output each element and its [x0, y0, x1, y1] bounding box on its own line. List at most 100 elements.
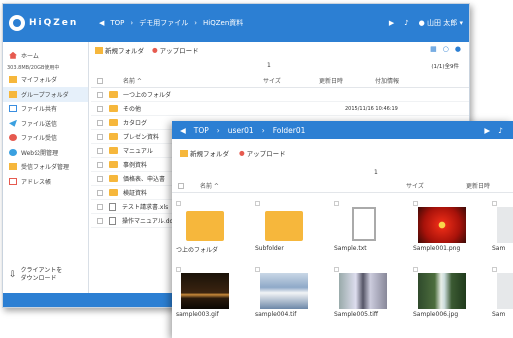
file-tile[interactable]: sample003.gif	[174, 265, 236, 331]
folder-icon	[186, 211, 224, 241]
tile-checkbox[interactable]	[255, 201, 260, 206]
file-tile[interactable]: Sample006.jpg	[411, 265, 473, 331]
folder-icon	[109, 119, 118, 126]
file-tile[interactable]: Sam	[490, 265, 513, 331]
select-all-checkbox[interactable]	[97, 77, 103, 84]
bell-icon[interactable]: ♪	[404, 19, 408, 27]
grid-view-icon[interactable]: ▦	[430, 45, 437, 53]
back-arrow-icon[interactable]: ◀	[99, 19, 104, 27]
tile-checkbox[interactable]	[176, 267, 181, 272]
folder-tile[interactable]: Subfolder	[253, 199, 315, 265]
file-tile[interactable]: Sam	[490, 199, 513, 265]
tile-checkbox[interactable]	[334, 201, 339, 206]
thumbnail-image	[418, 207, 466, 243]
tile-checkbox[interactable]	[255, 267, 260, 272]
sidebar-item-home[interactable]: ホーム	[3, 48, 88, 63]
info-icon[interactable]: ●	[455, 45, 461, 53]
file-tile[interactable]: Sample.txt	[332, 199, 394, 265]
home-icon	[9, 51, 17, 59]
column-size[interactable]: サイズ	[263, 76, 319, 85]
file-updated: 2015/11/16 10:46:19	[345, 105, 398, 112]
row-checkbox[interactable]	[97, 91, 103, 98]
sidebar-item-web-publish[interactable]: Web公開管理	[3, 145, 88, 160]
address-book-icon	[9, 177, 17, 185]
tile-checkbox[interactable]	[413, 267, 418, 272]
thumbnail-image	[181, 273, 229, 309]
back-arrow-icon[interactable]: ◀	[180, 126, 186, 135]
group-folder-icon	[9, 90, 17, 98]
row-checkbox[interactable]	[97, 189, 103, 196]
breadcrumb-item[interactable]: user01	[228, 126, 254, 135]
thumbnail-image	[497, 273, 513, 309]
row-checkbox[interactable]	[97, 217, 103, 224]
upload-button[interactable]: ● アップロード	[152, 45, 199, 55]
row-checkbox[interactable]	[97, 161, 103, 168]
send-icon	[9, 119, 17, 127]
user-icon: ●	[418, 19, 425, 27]
user-menu[interactable]: ● 山田 太郎 ▾	[419, 18, 463, 28]
tile-checkbox[interactable]	[176, 201, 181, 206]
row-checkbox[interactable]	[97, 147, 103, 154]
tile-checkbox[interactable]	[334, 267, 339, 272]
column-size[interactable]: サイズ	[406, 181, 466, 190]
forward-icon[interactable]: ▶	[484, 126, 490, 135]
app-logo[interactable]: HiQZen	[9, 15, 99, 31]
column-updated[interactable]: 更新日時	[466, 181, 490, 190]
breadcrumb-item[interactable]: HiQZen資料	[203, 18, 243, 28]
file-tile[interactable]: Sample001.png	[411, 199, 473, 265]
sidebar-item-my-folder[interactable]: マイフォルダ	[3, 73, 88, 88]
new-folder-button[interactable]: 新規フォルダ	[180, 148, 229, 158]
forward-icon[interactable]: ▶	[389, 19, 394, 27]
document-icon	[109, 216, 116, 225]
folder-icon	[9, 76, 17, 84]
tile-checkbox[interactable]	[413, 201, 418, 206]
table-row[interactable]: その他 2015/11/16 10:46:19	[91, 102, 469, 116]
thumbnail-image	[497, 207, 513, 243]
sidebar-item-group-folder[interactable]: グループフォルダ	[3, 87, 88, 102]
file-tile[interactable]: sample004.tif	[253, 265, 315, 331]
column-info[interactable]: 付加情報	[375, 76, 399, 85]
new-folder-label: 新規フォルダ	[190, 150, 229, 158]
row-checkbox[interactable]	[97, 133, 103, 140]
row-checkbox[interactable]	[97, 105, 103, 112]
sidebar-item-label: ファイル共有	[21, 106, 58, 114]
folder-tile[interactable]: つ上のフォルダ	[174, 199, 236, 265]
upload-button[interactable]: ● アップロード	[239, 148, 286, 158]
upload-label: アップロード	[159, 47, 199, 55]
upload-icon: ●	[239, 149, 245, 157]
folder-icon	[109, 91, 118, 98]
row-checkbox[interactable]	[97, 203, 103, 210]
breadcrumb-item[interactable]: デモ用ファイル	[139, 18, 188, 28]
file-name[interactable]: 一つ上のフォルダ	[123, 90, 283, 99]
row-checkbox[interactable]	[97, 175, 103, 182]
sidebar-item-inbox-folder[interactable]: 受信フォルダ管理	[3, 160, 88, 175]
sidebar-item-address-book[interactable]: アドレス帳	[3, 174, 88, 189]
select-all-checkbox[interactable]	[178, 182, 184, 189]
globe-icon	[9, 148, 17, 156]
sidebar-item-file-send[interactable]: ファイル送信	[3, 116, 88, 131]
row-checkbox[interactable]	[97, 119, 103, 126]
breadcrumb-item[interactable]: Folder01	[273, 126, 306, 135]
client-download-link[interactable]: ⇩ クライアントを ダウンロード	[9, 267, 62, 283]
file-tile[interactable]: Sample005.tiff	[332, 265, 394, 331]
column-name[interactable]: 名前 ^	[123, 76, 263, 85]
breadcrumb-item[interactable]: TOP	[110, 19, 124, 27]
sidebar-item-file-receive[interactable]: ファイル受信	[3, 131, 88, 146]
search-icon[interactable]: ○	[443, 45, 449, 53]
table-row[interactable]: 一つ上のフォルダ	[91, 88, 469, 102]
column-updated[interactable]: 更新日時	[319, 76, 375, 85]
tile-checkbox[interactable]	[492, 267, 497, 272]
tile-name: Sam	[492, 311, 506, 318]
breadcrumb-item[interactable]: TOP	[194, 126, 209, 135]
bell-icon[interactable]: ♪	[498, 126, 503, 135]
new-folder-icon	[180, 149, 188, 157]
file-name[interactable]: その他	[123, 104, 283, 113]
sidebar-item-file-share[interactable]: ファイル共有	[3, 102, 88, 117]
tile-name: Subfolder	[255, 245, 284, 252]
column-name[interactable]: 名前 ^	[200, 181, 406, 190]
tile-checkbox[interactable]	[492, 201, 497, 206]
front-window: ◀ TOP › user01 › Folder01 ▶ ♪ 新規フォルダ ● ア…	[172, 121, 513, 338]
chevron-right-icon: ›	[261, 125, 265, 135]
tile-name: Sam	[492, 245, 506, 252]
new-folder-button[interactable]: 新規フォルダ	[95, 45, 144, 55]
